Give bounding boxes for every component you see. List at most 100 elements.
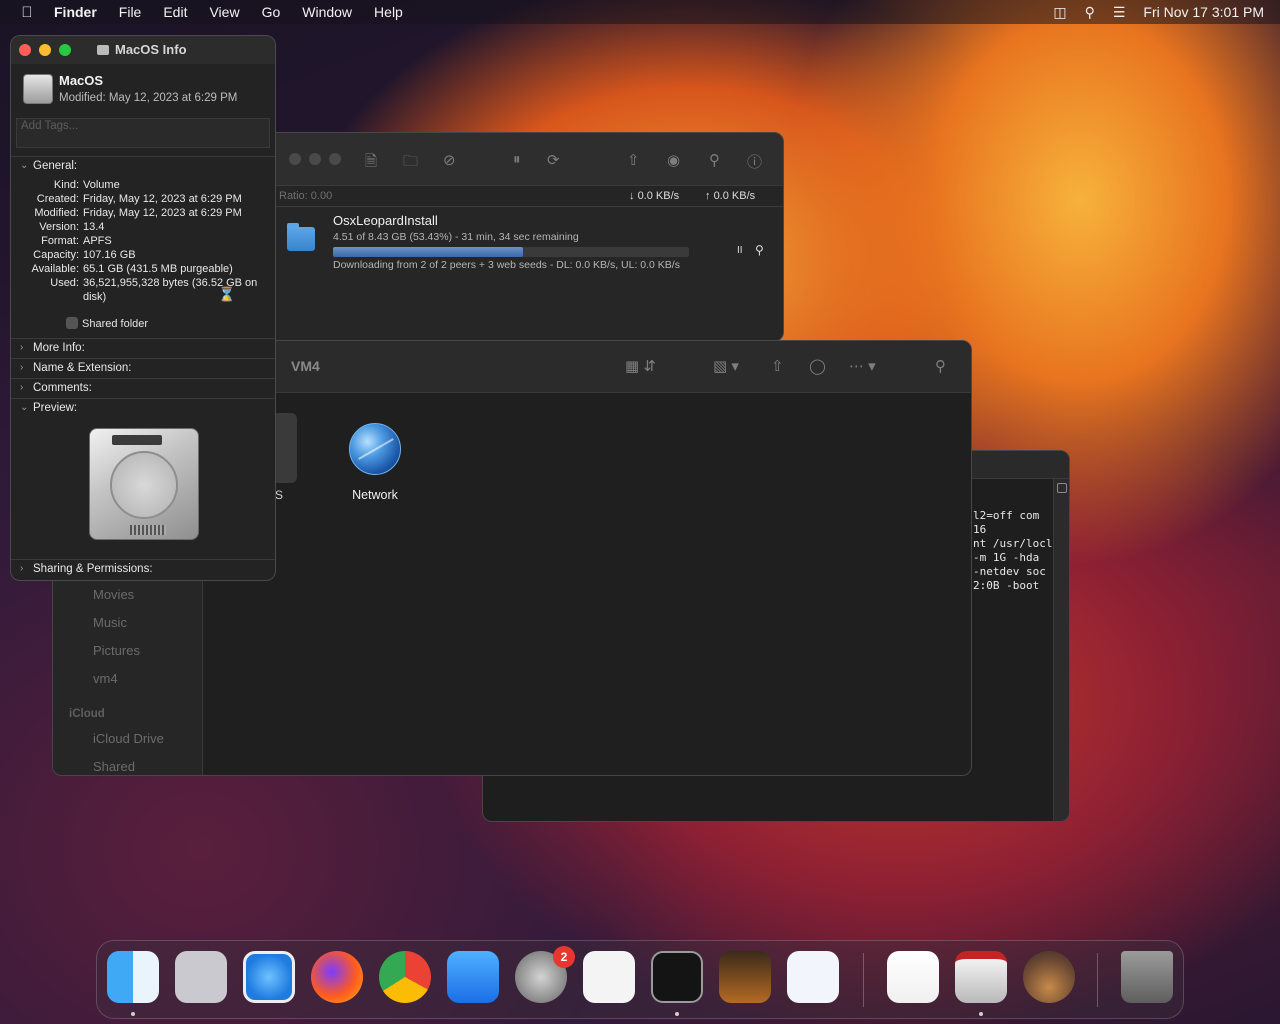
drive-mini-icon — [97, 45, 109, 55]
search-icon[interactable]: ⚲ — [935, 357, 946, 375]
search-icon[interactable]: ⚲ — [1085, 4, 1095, 21]
trash-icon[interactable] — [1121, 951, 1173, 1003]
menu-clock[interactable]: Fri Nov 17 3:01 PM — [1143, 4, 1264, 20]
drive-icon[interactable] — [275, 413, 297, 483]
transmission-window: 🗎 🗀 ⊘ ⏸ ⟳ ⇧ ◉ ⚲ ⓘ Ratio: 0.00 ↓ 0.0 KB/s… — [268, 132, 784, 342]
textedit-icon[interactable] — [583, 951, 635, 1003]
sidebar-item-music[interactable]: Music — [93, 615, 127, 630]
close-button[interactable] — [19, 44, 31, 56]
search-icon[interactable]: ⚲ — [709, 151, 720, 169]
chrome-icon[interactable] — [379, 951, 431, 1003]
chevron-down-icon: ⌄ — [20, 402, 29, 413]
close-button[interactable] — [289, 153, 301, 165]
created-value: Friday, May 12, 2023 at 6:29 PM — [83, 193, 242, 205]
minimize-button[interactable] — [39, 44, 51, 56]
group-icon[interactable]: ▧ ▾ — [713, 357, 739, 375]
info-title-text: MacOS Info — [115, 42, 187, 57]
finder-toolbar: VM4 ▦ ⇵ ▧ ▾ ⇧ ◯ ⋯ ▾ ⚲ — [203, 341, 971, 393]
pause-all-icon[interactable]: ⏸ — [513, 151, 521, 168]
shared-folder-checkbox[interactable]: Shared folder — [66, 317, 148, 330]
torrent-progress-bar — [333, 247, 689, 257]
section-comments[interactable]: › Comments: — [11, 378, 275, 398]
torrent-name: OsxLeopardInstall — [333, 213, 438, 228]
download-rate-value: 0.0 KB/s — [637, 190, 680, 202]
resume-all-icon[interactable]: ⟳ — [547, 151, 560, 169]
transmission-icon[interactable] — [955, 951, 1007, 1003]
sidebar-header-icloud: iCloud — [69, 708, 105, 720]
network-label[interactable]: Network — [349, 488, 401, 502]
chevron-right-icon: › — [20, 382, 24, 393]
sidebar-item-icloud-drive[interactable]: iCloud Drive — [93, 731, 164, 746]
section-name-extension[interactable]: › Name & Extension: — [11, 358, 275, 378]
available-value: 65.1 GB (431.5 MB purgeable) — [83, 263, 233, 275]
progress-fill — [333, 247, 524, 257]
menu-window[interactable]: Window — [302, 4, 352, 20]
menu-view[interactable]: View — [209, 4, 239, 20]
garageband-icon[interactable] — [719, 951, 771, 1003]
upload-rate-value: 0.0 KB/s — [713, 190, 756, 202]
screen-mirroring-icon[interactable]: ◫ — [1053, 4, 1066, 21]
section-general[interactable]: ⌄ General: — [11, 156, 275, 176]
menu-go[interactable]: Go — [262, 4, 281, 20]
more-actions-icon[interactable]: ⋯ ▾ — [849, 357, 876, 375]
menu-edit[interactable]: Edit — [163, 4, 187, 20]
open-torrent-icon[interactable]: 🗎 — [365, 151, 377, 176]
menu-help[interactable]: Help — [374, 4, 403, 20]
sidebar-item-pictures[interactable]: Pictures — [93, 643, 140, 658]
macos-installer-icon[interactable] — [1023, 951, 1075, 1003]
share-icon[interactable]: ⇧ — [771, 357, 784, 375]
reveal-search-icon[interactable]: ⚲ — [755, 243, 764, 257]
volume-modified: Modified: May 12, 2023 at 6:29 PM — [59, 92, 238, 104]
menu-app-finder[interactable]: Finder — [54, 4, 97, 20]
terminal-line: nt /usr/locl — [973, 537, 1053, 550]
terminal-icon[interactable] — [651, 951, 703, 1003]
zoom-button[interactable] — [329, 153, 341, 165]
menu-bar:  Finder File Edit View Go Window Help ◫… — [0, 0, 1280, 24]
pause-icon[interactable]: II — [737, 245, 743, 256]
dock — [96, 940, 1184, 1019]
section-more-info[interactable]: › More Info: — [11, 338, 275, 358]
chevron-down-icon: ⌄ — [20, 160, 29, 171]
finder-icon[interactable] — [107, 951, 159, 1003]
folder-icon[interactable]: 🗀 — [403, 151, 418, 176]
tag-icon[interactable]: ◯ — [809, 357, 826, 375]
section-general-label: General: — [33, 160, 78, 172]
network-globe-icon[interactable] — [349, 423, 401, 475]
app-store-icon[interactable] — [447, 951, 499, 1003]
zoom-button[interactable] — [59, 44, 71, 56]
finder-title: VM4 — [291, 358, 320, 374]
firefox-icon[interactable] — [311, 951, 363, 1003]
section-preview[interactable]: ⌄ Preview: — [11, 398, 275, 418]
torrent-row[interactable]: OsxLeopardInstall 4.51 of 8.43 GB (53.43… — [269, 207, 783, 271]
kind-key: Kind: — [53, 179, 79, 191]
terminal-line: -netdev soc — [973, 565, 1046, 578]
format-key: Format: — [41, 235, 79, 247]
info-header: MacOS Modified: May 12, 2023 at 6:29 PM — [11, 64, 275, 118]
terminal-scrollbar[interactable] — [1053, 479, 1069, 821]
transmission-toolbar: 🗎 🗀 ⊘ ⏸ ⟳ ⇧ ◉ ⚲ ⓘ — [269, 133, 783, 185]
minimize-button[interactable] — [309, 153, 321, 165]
menu-file[interactable]: File — [119, 4, 142, 20]
shared-folder-label: Shared folder — [82, 318, 149, 330]
quicklook-eye-icon[interactable]: ◉ — [667, 151, 680, 169]
vscode-icon[interactable] — [787, 951, 839, 1003]
info-icon[interactable]: ⓘ — [747, 151, 762, 172]
apple-menu-icon[interactable]:  — [18, 4, 36, 21]
tags-input[interactable]: Add Tags... — [16, 118, 270, 148]
remove-icon[interactable]: ⊘ — [443, 151, 456, 169]
scroll-split-icon[interactable] — [1057, 483, 1067, 493]
view-grid-icon[interactable]: ▦ ⇵ — [625, 357, 656, 375]
sidebar-item-vm4[interactable]: vm4 — [93, 671, 118, 686]
checkbox-icon[interactable] — [66, 317, 78, 329]
sidebar-item-shared[interactable]: Shared — [93, 759, 135, 774]
safari-icon[interactable] — [243, 951, 295, 1003]
share-icon[interactable]: ⇧ — [627, 151, 640, 169]
control-center-icon[interactable]: ☰ — [1113, 4, 1126, 21]
sidebar-item-movies[interactable]: Movies — [93, 587, 134, 602]
launchpad-icon[interactable] — [175, 951, 227, 1003]
section-sharing-permissions[interactable]: › Sharing & Permissions: — [11, 559, 275, 579]
info-titlebar[interactable]: MacOS Info — [11, 36, 275, 64]
window-controls — [289, 153, 349, 165]
dock-separator — [1097, 953, 1098, 1007]
home-icon[interactable] — [887, 951, 939, 1003]
